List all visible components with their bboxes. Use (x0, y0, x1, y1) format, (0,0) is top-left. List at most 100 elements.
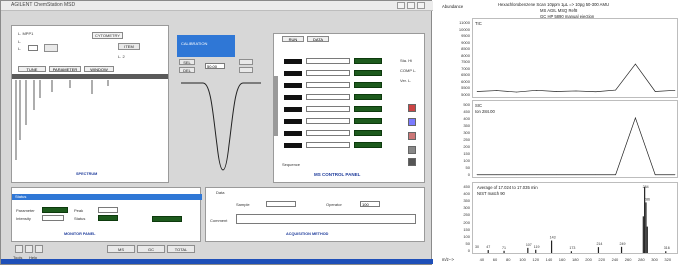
tool-icon-5[interactable] (408, 158, 416, 166)
label-3: L. (18, 46, 22, 51)
maximize-button[interactable] (407, 2, 415, 9)
data-point (575, 90, 577, 92)
sic-ion-label: Ion 284.00 (475, 109, 495, 114)
x-tick-label: 300 (651, 257, 658, 262)
data-point (476, 174, 478, 176)
taskbar (1, 259, 433, 264)
settings-row (284, 58, 384, 66)
data-header: Data (216, 190, 225, 195)
tab-data[interactable]: DATA (307, 36, 329, 42)
tab-gc[interactable]: GC (137, 245, 165, 253)
small-input[interactable] (28, 45, 38, 51)
operator-input[interactable]: 100 (360, 201, 380, 207)
toolbar-icon-2[interactable] (25, 245, 33, 253)
tab-total[interactable]: TOTAL (167, 245, 195, 253)
data-point (595, 91, 597, 93)
minimize-button[interactable] (397, 2, 405, 9)
item-label: L. 2 (118, 54, 125, 59)
toolbar-icon-1[interactable] (15, 245, 23, 253)
tic-label: TIC (475, 21, 482, 26)
tab-ms[interactable]: MS (107, 245, 135, 253)
del-button[interactable]: DEL (179, 67, 195, 73)
data-point (654, 174, 656, 176)
y-tick-label: 8000 (461, 52, 470, 58)
title-bar: AGILENT ChemStation MSD (1, 1, 433, 11)
scrollbar[interactable] (274, 76, 278, 136)
right-panel: RUN DATA Sta. Hi COMP L. Ver. L. Sequenc… (273, 33, 425, 183)
tool-icon-3[interactable] (408, 132, 416, 140)
x-tick-label: 80 (506, 257, 511, 262)
y-tick-label: 50 (465, 240, 470, 246)
sample-input[interactable] (266, 201, 296, 207)
ok-button[interactable] (239, 59, 253, 65)
peak-label: 107 (526, 243, 532, 247)
data-point (674, 174, 676, 176)
x-tick-label: 240 (611, 257, 619, 262)
tool-icon-4[interactable] (408, 146, 416, 154)
x-tick-label: 120 (532, 257, 540, 262)
data-point (654, 91, 656, 92)
status-indicator (152, 216, 182, 222)
item-button[interactable]: ITEM (118, 43, 140, 50)
data-point (635, 117, 636, 119)
status-header: Status (12, 194, 202, 200)
peak-label: 316 (664, 246, 670, 250)
settings-row (284, 106, 384, 114)
abundance-label: Abundance (442, 4, 464, 9)
y-tick-label: 50 (465, 165, 470, 170)
operator-label: Operator (326, 202, 342, 207)
application-window: AGILENT ChemStation MSD L. MPP1 L. L. CY… (0, 0, 433, 265)
spectrum-lines (15, 80, 109, 160)
acquisition-panel: Data Sample Operator 100 Comment ACQUISI… (205, 187, 425, 242)
ms-report: Abundance Hexachlorobenzene Scan 10ppm 1… (440, 0, 679, 265)
calibration-title: CALIBRATION (181, 41, 208, 46)
comment-label: Comment (210, 218, 228, 223)
ms-peak-bar (550, 240, 553, 253)
right-label-2: COMP L. (400, 68, 417, 73)
comment-input[interactable] (236, 214, 416, 224)
status-header-label: Status (15, 194, 27, 199)
tab-tune[interactable]: TUNE (18, 66, 46, 72)
settings-row (284, 70, 384, 78)
tab-parameter[interactable]: PARAMETER (49, 66, 81, 72)
control-panel-caption: MS CONTROL PANEL (314, 172, 361, 177)
small-button[interactable] (44, 44, 58, 52)
data-point (615, 174, 616, 176)
field-peak: Peak (74, 208, 84, 213)
y-tick-label: 400 (463, 116, 470, 121)
x-tick-label: 180 (572, 257, 579, 262)
tool-icon-1[interactable] (408, 104, 416, 112)
window-title: AGILENT ChemStation MSD (11, 2, 76, 8)
intensity-input[interactable] (42, 215, 64, 221)
y-tick-label: 100 (463, 233, 470, 239)
tool-icon-2[interactable] (408, 118, 416, 126)
data-point (536, 174, 537, 176)
series-line (477, 116, 675, 176)
y-tick-label: 250 (463, 212, 470, 218)
toolbar-icon-3[interactable] (35, 245, 43, 253)
sic-y-axis: 500 450 400 350 300 250 200 150 100 50 0 (454, 100, 470, 178)
sic-plot (476, 116, 676, 176)
sel-button[interactable]: SEL (179, 59, 195, 65)
parameter-value (42, 207, 68, 213)
tab-window[interactable]: WINDOW (84, 66, 114, 72)
y-tick-label: 400 (463, 191, 470, 197)
peak-label: 173 (569, 246, 575, 250)
y-tick-label: 150 (463, 226, 470, 232)
data-point (496, 90, 498, 91)
cancel-button[interactable] (239, 67, 253, 73)
value-input[interactable]: 50.00 (205, 63, 225, 69)
data-point (674, 90, 676, 91)
spectrum-caption: SPECTRUM (76, 172, 98, 176)
data-point (516, 174, 517, 176)
tab-run[interactable]: RUN (282, 36, 304, 42)
peak-select[interactable] (98, 207, 118, 213)
close-button[interactable] (417, 2, 425, 9)
data-point (595, 174, 597, 176)
peak-chart (181, 82, 261, 171)
left-tab-row: TUNE PARAMETER WINDOW (18, 66, 118, 73)
y-tick-label: 7000 (461, 65, 470, 71)
center-panel: CALIBRATION SEL DEL 50.00 (171, 35, 271, 183)
data-point (575, 174, 577, 176)
ms-chart: 30 47 71 107 119 143 173 214 249 284 286 316 Averag… (472, 182, 678, 254)
